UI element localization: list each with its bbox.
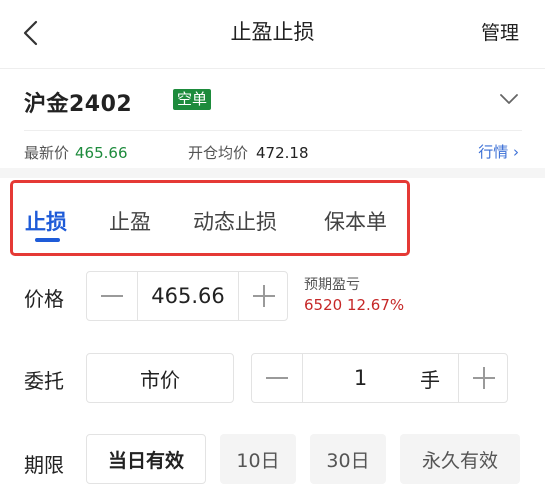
latest-price-value: 465.66	[75, 144, 128, 162]
tab-take-profit[interactable]: 止盈	[109, 206, 151, 236]
plus-icon	[473, 367, 495, 389]
minus-icon	[266, 377, 288, 379]
expected-pnl-label: 预期盈亏	[304, 277, 360, 293]
tab-trailing-stop[interactable]: 动态止损	[193, 206, 277, 236]
top-nav: 止盈止损 管理	[0, 0, 545, 66]
validity-label: 期限	[24, 453, 64, 477]
quantity-unit: 手	[420, 367, 440, 392]
quantity-increment-button[interactable]	[459, 354, 509, 402]
avg-open-price-label: 开仓均价	[188, 144, 249, 162]
validity-option-10d[interactable]: 10日	[220, 434, 296, 484]
quote-link[interactable]: 行情 ›	[478, 141, 519, 162]
latest-price-label: 最新价	[24, 144, 70, 162]
order-label: 委托	[24, 369, 64, 393]
minus-icon	[101, 295, 123, 297]
price-label: 价格	[24, 287, 64, 311]
price-stepper: 465.66	[86, 271, 288, 321]
direction-badge: 空单	[173, 89, 212, 110]
order-type-select[interactable]: 市价	[86, 353, 234, 403]
quantity-decrement-button[interactable]	[252, 354, 302, 402]
contract-name[interactable]: 沪金2402	[24, 86, 132, 118]
quantity-stepper: 1 手	[251, 353, 508, 403]
price-decrement-button[interactable]	[87, 272, 137, 320]
validity-option-30d[interactable]: 30日	[310, 434, 386, 484]
tab-breakeven[interactable]: 保本单	[324, 206, 387, 236]
tab-stop-loss[interactable]: 止损	[25, 206, 67, 236]
price-input[interactable]: 465.66	[138, 272, 238, 320]
section-separator	[0, 168, 545, 178]
avg-open-price-value: 472.18	[256, 144, 309, 162]
info-divider	[24, 130, 522, 131]
active-tab-indicator	[35, 238, 60, 242]
plus-icon	[253, 285, 275, 307]
quantity-input[interactable]: 1	[303, 354, 418, 402]
validity-option-permanent[interactable]: 永久有效	[400, 434, 520, 484]
avg-open-price: 开仓均价 472.18	[188, 142, 309, 163]
order-type-tabs: 止损 止盈 动态止损 保本单	[10, 180, 410, 256]
chevron-down-icon[interactable]	[498, 92, 520, 106]
price-increment-button[interactable]	[239, 272, 289, 320]
manage-button[interactable]: 管理	[481, 18, 519, 45]
validity-option-today[interactable]: 当日有效	[86, 434, 206, 484]
latest-price: 最新价 465.66	[24, 142, 128, 163]
expected-pnl-value: 6520 12.67%	[304, 296, 405, 314]
page-title: 止盈止损	[230, 20, 315, 44]
nav-divider	[0, 68, 545, 69]
